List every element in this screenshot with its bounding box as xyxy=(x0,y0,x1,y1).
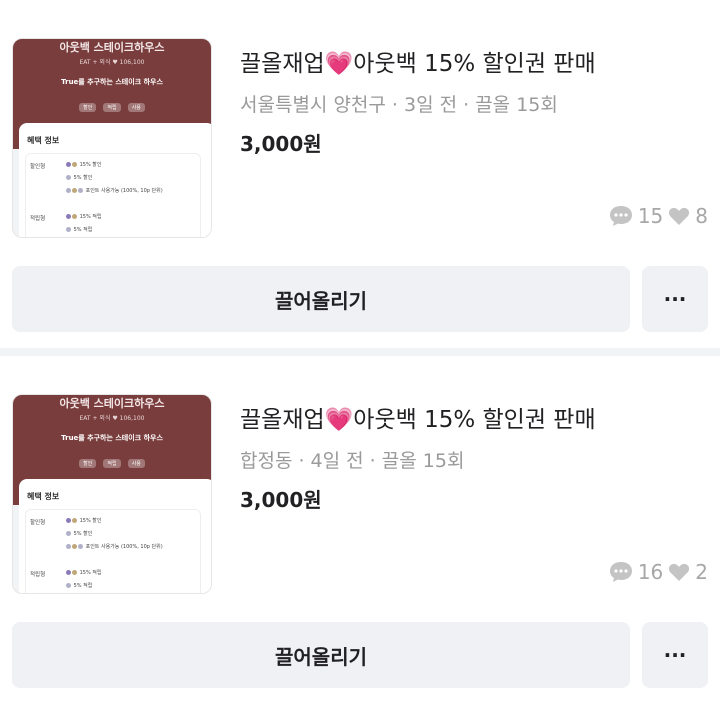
heart-outline-icon xyxy=(669,207,690,225)
benefit-title: 혜택 정보 xyxy=(27,136,60,145)
comment-count: 15 xyxy=(637,204,664,228)
listing-title[interactable]: 끌올재업💗아웃백 15% 할인권 판매 xyxy=(240,400,596,434)
comment-count: 16 xyxy=(637,560,664,584)
benefit-row: 포인트 사용가능 (100%, 10p 단위) xyxy=(66,187,163,194)
benefit-row: 15% 할인 xyxy=(66,517,102,524)
benefit-row: 5% 적립 xyxy=(66,582,92,589)
bump-button[interactable]: 끌어올리기 xyxy=(12,622,630,688)
thumbnail-chips: 할인 적립 사용 xyxy=(13,450,211,469)
benefit-box: 할인형 15% 할인 5% 할인 포인트 사용가능 (100%, 10p 단위)… xyxy=(25,153,201,237)
discount-label: 할인형 xyxy=(30,520,46,526)
benefit-title: 혜택 정보 xyxy=(27,492,60,501)
speech-bubble-icon xyxy=(609,562,632,582)
listing-meta: 서울특별시 양천구 · 3일 전 · 끌올 15회 xyxy=(240,94,558,116)
like-count: 2 xyxy=(695,560,708,584)
more-options-button[interactable]: ··· xyxy=(642,266,708,332)
thumbnail-benefit-card: 혜택 정보 할인형 15% 할인 5% 할인 포인트 사용가능 (100%, 1… xyxy=(19,479,211,593)
benefit-row: 포인트 사용가능 (100%, 10p 단위) xyxy=(66,543,163,550)
thumbnail-chip: 적립 xyxy=(103,459,121,468)
section-divider xyxy=(0,348,720,356)
benefit-row: 5% 할인 xyxy=(66,530,92,537)
thumbnail-chips: 할인 적립 사용 xyxy=(13,94,211,113)
listing-thumbnail[interactable]: 아웃백 스테이크하우스 EAT + 외식 ♥ 106,100 True를 추구하… xyxy=(12,394,212,594)
benefit-box: 할인형 15% 할인 5% 할인 포인트 사용가능 (100%, 10p 단위)… xyxy=(25,509,201,593)
thumbnail-chip: 사용 xyxy=(127,103,145,112)
listing-stats: 16 2 xyxy=(608,560,708,584)
benefit-row: 5% 할인 xyxy=(66,174,92,181)
thumbnail-chip: 할인 xyxy=(79,459,97,468)
more-options-button[interactable]: ··· xyxy=(642,622,708,688)
listing-stats: 15 8 xyxy=(608,204,708,228)
pink-heart-emoji: 💗 xyxy=(324,51,354,77)
thumbnail-store-name: 아웃백 스테이크하우스 xyxy=(59,41,165,54)
reward-label: 적립형 xyxy=(30,216,46,222)
listing-title[interactable]: 끌올재업💗아웃백 15% 할인권 판매 xyxy=(240,44,596,78)
thumbnail-tagline: True를 추구하는 스테이크 하우스 xyxy=(61,78,163,86)
thumbnail-chip: 적립 xyxy=(103,103,121,112)
thumbnail-chip: 사용 xyxy=(127,459,145,468)
thumbnail-benefit-card: 혜택 정보 할인형 15% 할인 5% 할인 포인트 사용가능 (100%, 1… xyxy=(19,123,211,237)
thumbnail-subtitle: EAT + 외식 ♥ 106,100 xyxy=(79,59,145,66)
thumbnail-subtitle: EAT + 외식 ♥ 106,100 xyxy=(79,415,145,422)
heart-outline-icon xyxy=(669,563,690,581)
listing-thumbnail[interactable]: 아웃백 스테이크하우스 EAT + 외식 ♥ 106,100 True를 추구하… xyxy=(12,38,212,238)
pink-heart-emoji: 💗 xyxy=(324,407,354,433)
thumbnail-chip: 할인 xyxy=(79,103,97,112)
listing-meta: 합정동 · 4일 전 · 끌올 15회 xyxy=(240,450,465,472)
thumbnail-store-name: 아웃백 스테이크하우스 xyxy=(59,397,165,410)
listing-price: 3,000원 xyxy=(240,488,322,512)
like-count: 8 xyxy=(695,204,708,228)
benefit-row: 15% 할인 xyxy=(66,161,102,168)
speech-bubble-icon xyxy=(609,206,632,226)
benefit-row: 5% 적립 xyxy=(66,226,92,233)
discount-label: 할인형 xyxy=(30,164,46,170)
bump-button[interactable]: 끌어올리기 xyxy=(12,266,630,332)
benefit-row: 15% 적립 xyxy=(66,569,102,576)
thumbnail-tagline: True를 추구하는 스테이크 하우스 xyxy=(61,434,163,442)
listing-price: 3,000원 xyxy=(240,132,322,156)
reward-label: 적립형 xyxy=(30,572,46,578)
benefit-row: 15% 적립 xyxy=(66,213,102,220)
